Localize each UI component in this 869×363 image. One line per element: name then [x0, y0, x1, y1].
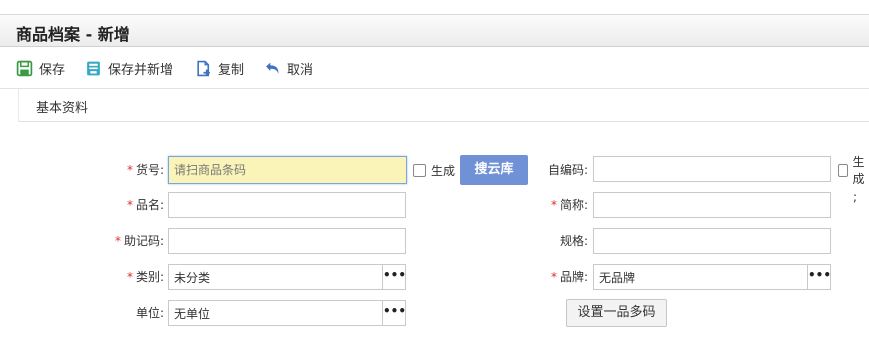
brand-label: * 品牌: [550, 270, 588, 284]
section-title: 基本资料 [36, 101, 89, 116]
cloud-search-button[interactable]: 搜云库 [460, 155, 528, 185]
unit-lookup-button[interactable]: ••• [382, 300, 406, 326]
toolbar: 保存 保存并新增 复制 取消 [0, 47, 869, 89]
category-input[interactable] [168, 264, 383, 290]
generate-code-checkbox[interactable]: 生成 [413, 157, 455, 183]
copy-button[interactable]: 复制 [195, 58, 244, 78]
undo-arrow-icon [266, 62, 279, 74]
required-mark: * [550, 270, 557, 284]
multi-barcode-button[interactable]: 设置一品多码 [566, 299, 667, 327]
required-mark: * [126, 270, 133, 284]
name-label: * 品名: [126, 198, 164, 212]
required-mark: * [126, 198, 133, 212]
window-titlebar: 商品档案 - 新增 [0, 14, 869, 47]
copy-label: 复制 [218, 62, 245, 78]
required-mark: * [114, 234, 121, 248]
unit-label: 单位: [135, 306, 164, 320]
cancel-label: 取消 [287, 62, 314, 78]
short-name-input[interactable] [593, 192, 831, 218]
short-name-label: * 简称: [550, 198, 588, 212]
unit-input[interactable] [168, 300, 383, 326]
checkbox-box[interactable] [413, 163, 426, 177]
save-label: 保存 [39, 62, 66, 78]
code-input[interactable] [168, 156, 407, 184]
code-label: * 货号: [126, 163, 164, 177]
spec-label: 规格: [559, 234, 588, 248]
generate-self-code-checkbox[interactable]: 生成 [838, 155, 869, 186]
self-code-label: 自编码: [547, 163, 588, 177]
cancel-button[interactable]: 取消 [264, 58, 313, 78]
self-code-input[interactable] [593, 156, 831, 182]
stray-semicolon: ; [853, 190, 858, 204]
floppy-disk-icon [16, 60, 33, 76]
required-mark: * [550, 198, 557, 212]
required-mark: * [126, 163, 133, 177]
mnemonic-input[interactable] [168, 228, 406, 254]
mnemonic-label: * 助记码: [114, 234, 164, 248]
save-and-new-button[interactable]: 保存并新增 [85, 58, 173, 78]
save-and-new-label: 保存并新增 [108, 62, 174, 78]
generate-self-code-label: 生成 [852, 155, 865, 186]
inbox-tray-icon [87, 61, 100, 75]
category-label: * 类别: [126, 270, 164, 284]
window-title: 商品档案 - 新增 [16, 25, 130, 44]
category-lookup-button[interactable]: ••• [382, 264, 406, 290]
spec-input[interactable] [593, 228, 831, 254]
checkbox-box[interactable] [838, 163, 848, 177]
name-input[interactable] [168, 192, 406, 218]
save-button[interactable]: 保存 [16, 58, 65, 78]
brand-lookup-button[interactable]: ••• [807, 264, 831, 290]
section-header-basic-info: 基本资料 [18, 89, 869, 122]
copy-document-icon [197, 60, 210, 76]
generate-code-label: 生成 [431, 163, 456, 178]
brand-input[interactable] [593, 264, 808, 290]
